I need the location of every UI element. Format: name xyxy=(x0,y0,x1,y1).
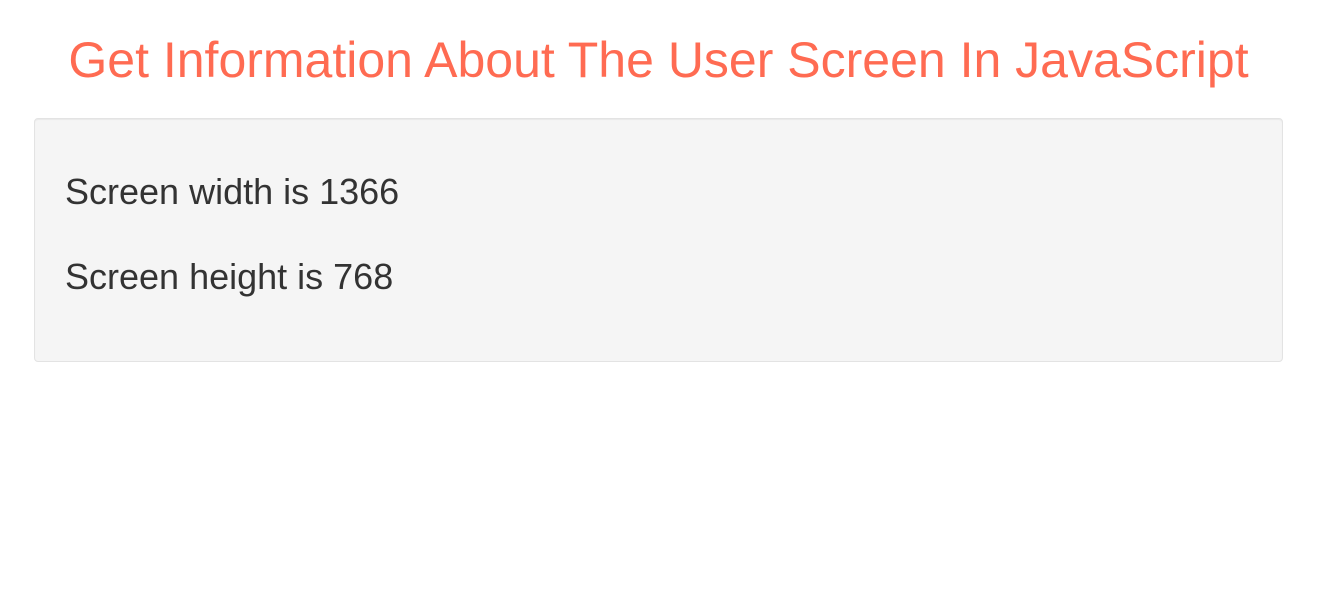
info-panel: Screen width is 1366 Screen height is 76… xyxy=(34,118,1283,362)
page-container: Get Information About The User Screen In… xyxy=(0,0,1317,362)
page-title: Get Information About The User Screen In… xyxy=(30,30,1287,90)
screen-width-text: Screen width is 1366 xyxy=(65,169,1252,216)
screen-height-text: Screen height is 768 xyxy=(65,254,1252,301)
